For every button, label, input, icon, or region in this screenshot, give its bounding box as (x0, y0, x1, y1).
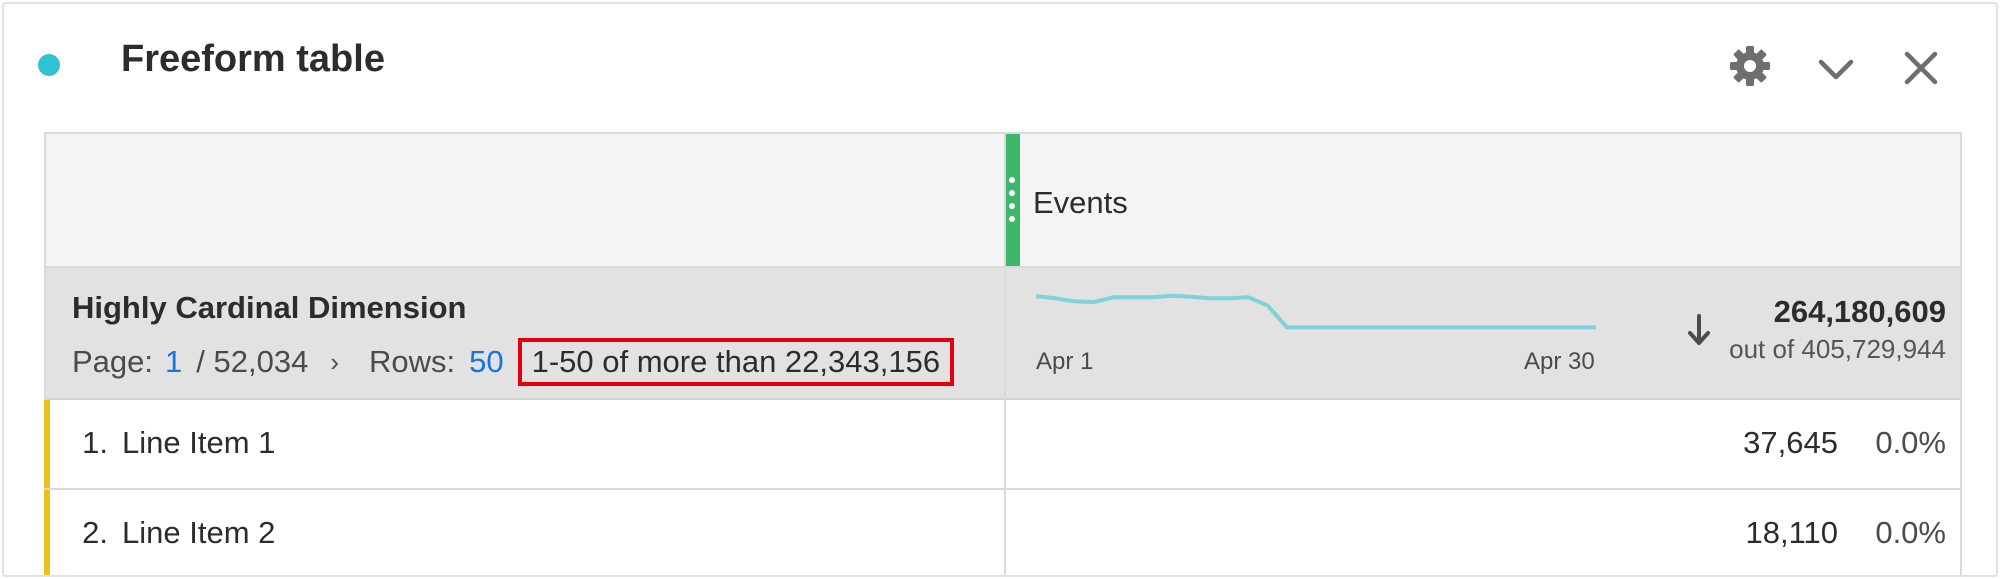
rows-per-page-link[interactable]: 50 (469, 344, 503, 380)
metric-total: 264,180,609 (1773, 294, 1946, 329)
table-header-row: Events (46, 134, 1960, 268)
page-label: Page: (72, 344, 154, 379)
row-value: 18,110 (1745, 515, 1838, 550)
sparkline (1036, 293, 1596, 330)
freeform-table-panel: Freeform table Events Highly Cardinal Di… (2, 2, 1998, 577)
next-page-icon[interactable]: › (330, 347, 339, 378)
table-row[interactable]: 2. Line Item 2 18,110 0.0% (44, 490, 1960, 575)
gear-icon[interactable] (1726, 42, 1774, 90)
rows-label: Rows: (368, 344, 456, 379)
row-value: 37,645 (1743, 425, 1838, 460)
metric-total-of: out of 405,729,944 (1729, 334, 1946, 364)
page-total: / 52,034 (196, 344, 309, 379)
pagination: Page: 1 / 52,034 › Rows: 50 1-50 of more… (72, 338, 955, 386)
sort-descending-icon[interactable] (1684, 310, 1714, 350)
row-number: 2. (82, 515, 108, 550)
sparkline-end-label: Apr 30 (1524, 348, 1595, 375)
row-percent: 0.0% (1875, 515, 1946, 550)
sparkline-start-label: Apr 1 (1036, 348, 1094, 375)
row-label[interactable]: Line Item 1 (122, 425, 275, 461)
sparkline-line (1036, 293, 1596, 330)
dimension-name[interactable]: Highly Cardinal Dimension (72, 290, 466, 326)
close-icon[interactable] (1897, 44, 1945, 92)
chevron-down-icon[interactable] (1812, 46, 1860, 94)
table-row[interactable]: 1. Line Item 1 37,645 0.0% (44, 400, 1960, 490)
status-dot (38, 54, 60, 76)
freeform-table: Events Highly Cardinal Dimension Page: 1… (44, 132, 1962, 575)
row-percent: 0.0% (1875, 425, 1946, 460)
column-divider (1004, 134, 1006, 575)
panel-title: Freeform table (121, 38, 385, 80)
row-range-highlight: 1-50 of more than 22,343,156 (517, 338, 955, 386)
metric-column-header[interactable]: Events (1033, 185, 1128, 221)
drag-dots-icon (1009, 177, 1015, 229)
row-number: 1. (82, 425, 108, 460)
metric-drag-handle[interactable] (1004, 134, 1020, 266)
dimension-summary-row: Highly Cardinal Dimension Page: 1 / 52,0… (46, 268, 1960, 400)
page-current-link[interactable]: 1 (165, 344, 182, 380)
row-label[interactable]: Line Item 2 (122, 515, 275, 551)
